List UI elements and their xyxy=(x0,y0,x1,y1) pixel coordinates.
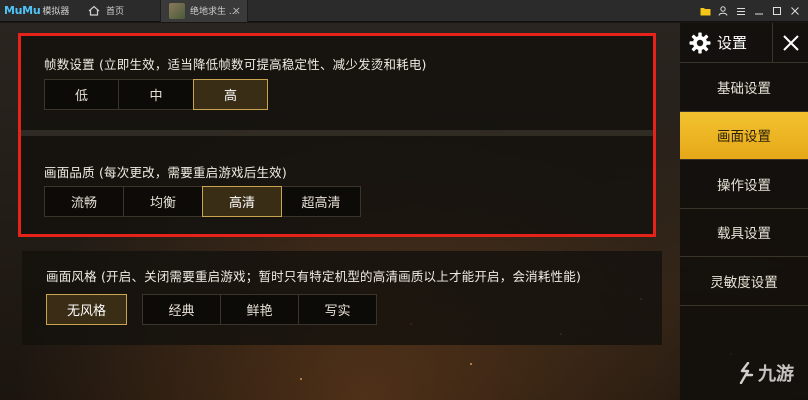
sidebar-item-sensitivity[interactable]: 灵敏度设置 xyxy=(680,257,808,306)
ember-spark xyxy=(300,378,302,380)
style-option-realistic[interactable]: 写实 xyxy=(298,294,377,325)
close-settings-icon[interactable] xyxy=(772,23,808,63)
settings-sidebar: 设置 基础设置 画面设置 操作设置 载具设置 灵敏度设置 xyxy=(680,23,808,400)
tab-home[interactable]: 首页 xyxy=(80,0,160,22)
folder-icon[interactable] xyxy=(696,0,714,22)
sidebar-title: 设置 xyxy=(717,34,748,52)
home-icon xyxy=(88,5,100,16)
style-option-classic[interactable]: 经典 xyxy=(142,294,221,325)
gear-icon xyxy=(689,32,711,53)
tab-game-label: 绝地求生 ... xyxy=(190,7,238,17)
window-controls xyxy=(696,0,804,22)
style-options: 无风格 经典 鲜艳 写实 xyxy=(46,294,377,325)
style-option-vivid[interactable]: 鲜艳 xyxy=(220,294,299,325)
highlight-annotation-box xyxy=(18,33,656,237)
logo-mark: MuMu xyxy=(4,4,41,17)
watermark-icon xyxy=(739,362,754,384)
sidebar-item-vehicle[interactable]: 载具设置 xyxy=(680,209,808,257)
logo-subtitle: 模拟器 xyxy=(42,7,70,17)
frame-option-high[interactable]: 高 xyxy=(193,79,268,110)
game-thumbnail-icon xyxy=(169,2,185,19)
style-setting-title: 画面风格 (开启、关闭需要重启游戏；暂时只有特定机型的高清画质以上才能开启，会消… xyxy=(46,269,582,284)
style-options-gap xyxy=(126,294,142,325)
tab-home-label: 首页 xyxy=(106,7,125,17)
user-icon[interactable] xyxy=(714,0,732,22)
quality-option-hd[interactable]: 高清 xyxy=(202,186,282,217)
maximize-icon[interactable] xyxy=(768,0,786,22)
minimize-icon[interactable] xyxy=(750,0,768,22)
sidebar-item-graphics[interactable]: 画面设置 xyxy=(680,111,808,160)
menu-icon[interactable] xyxy=(732,0,750,22)
sidebar-item-basic[interactable]: 基础设置 xyxy=(680,63,808,112)
ember-spark xyxy=(470,363,472,365)
close-window-icon[interactable] xyxy=(786,0,804,22)
tab-game[interactable]: 绝地求生 ... × xyxy=(160,0,248,22)
app-logo: MuMu 模拟器 xyxy=(0,0,80,22)
watermark-logo: 九游 xyxy=(736,360,794,386)
tab-close-icon[interactable]: × xyxy=(232,4,241,17)
watermark-text: 九游 xyxy=(758,364,794,385)
sidebar-header: 设置 xyxy=(680,23,808,63)
emulator-titlebar: MuMu 模拟器 首页 绝地求生 ... × xyxy=(0,0,808,22)
style-option-none[interactable]: 无风格 xyxy=(46,294,127,325)
sidebar-item-controls[interactable]: 操作设置 xyxy=(680,160,808,209)
